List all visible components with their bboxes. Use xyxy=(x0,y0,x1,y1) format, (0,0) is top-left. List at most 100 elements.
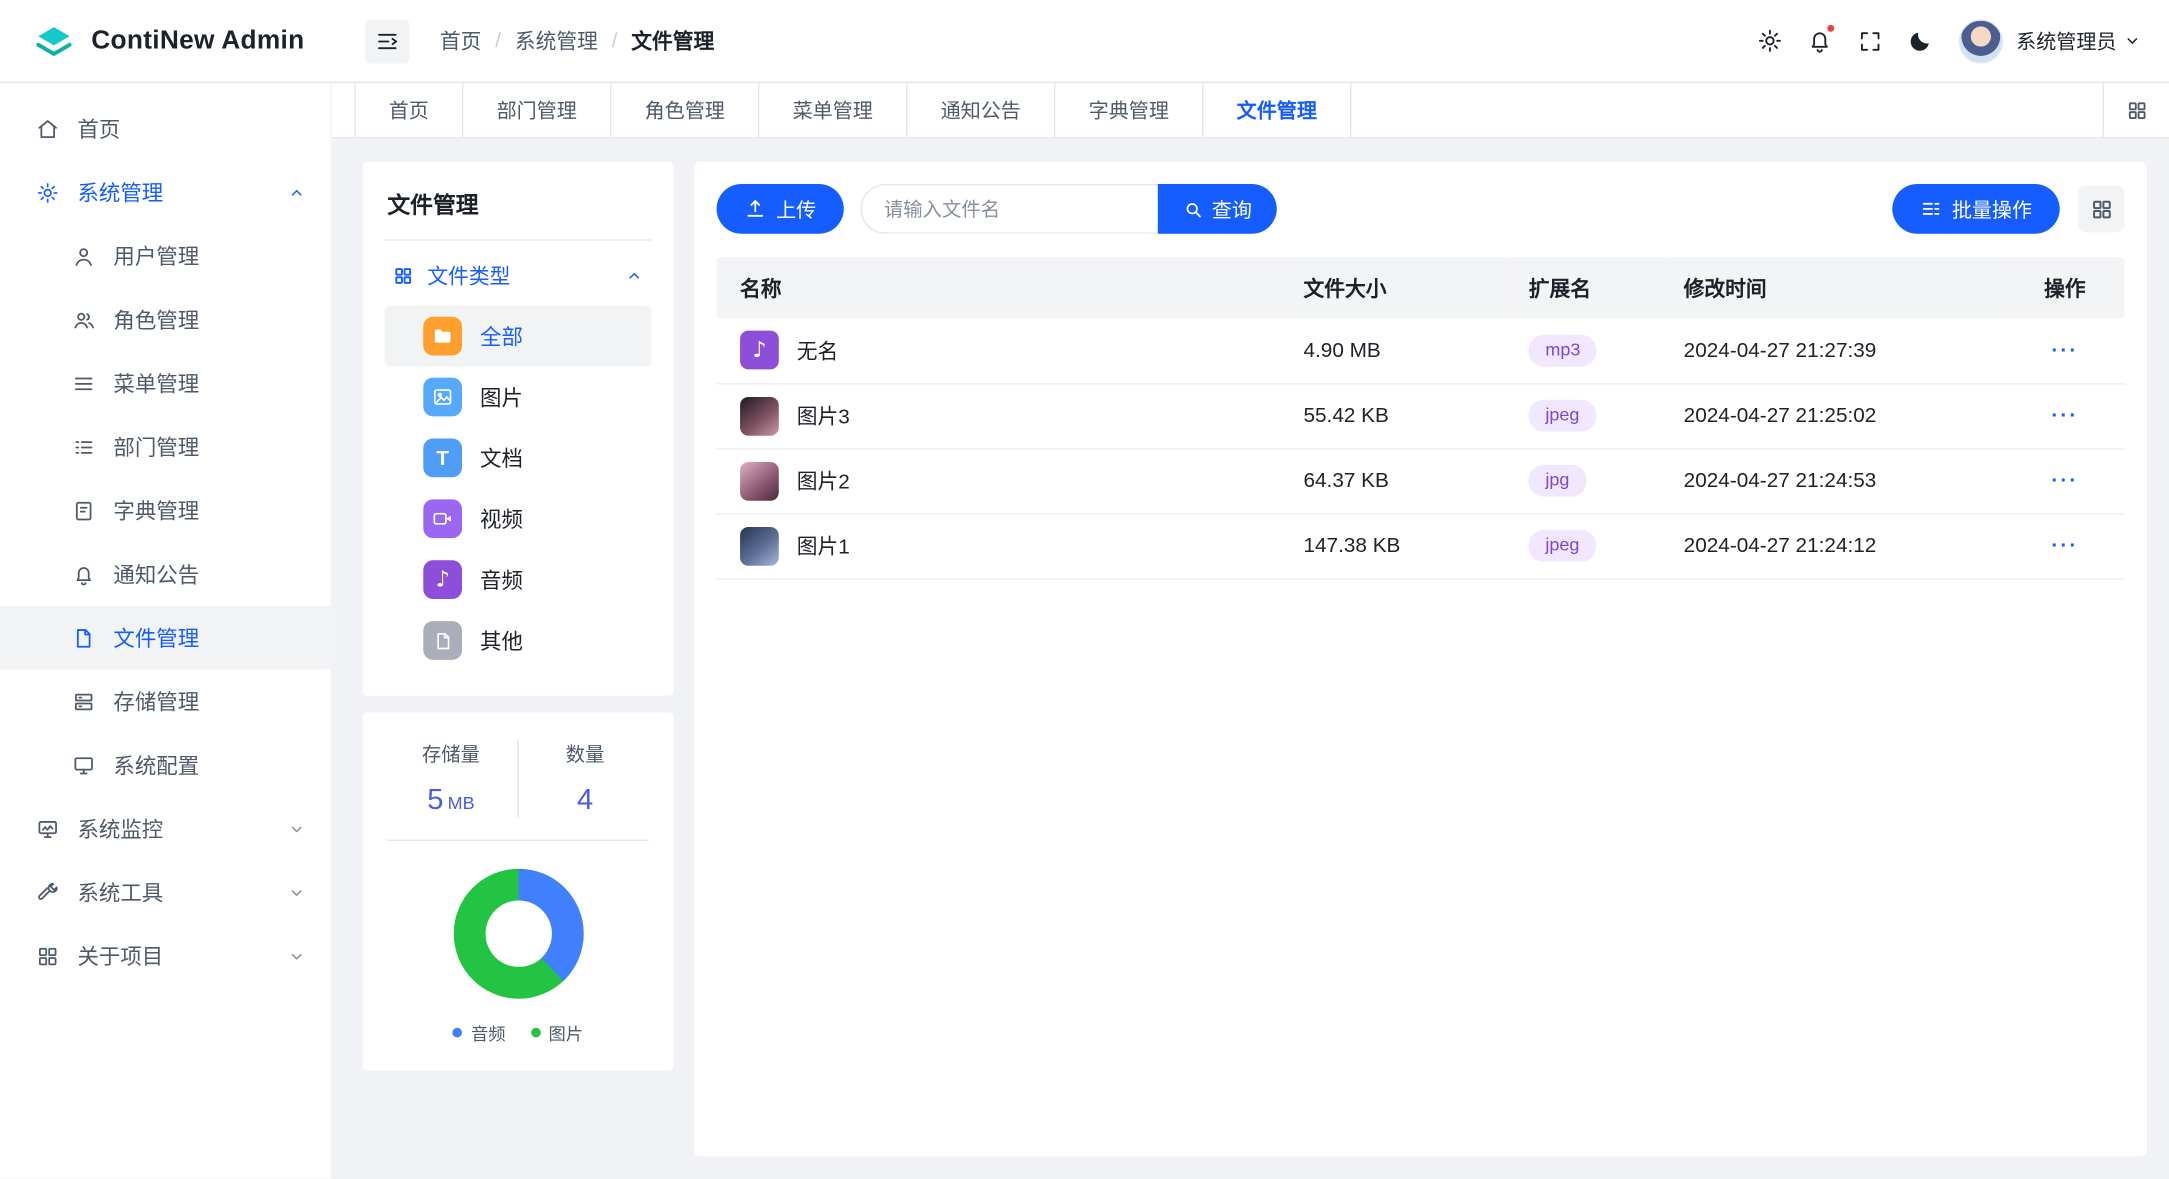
legend-dot-image xyxy=(530,1028,540,1038)
search-input[interactable] xyxy=(860,184,1157,234)
notifications-button[interactable] xyxy=(1795,16,1845,66)
tab-dict[interactable]: 字典管理 xyxy=(1055,83,1203,137)
upload-button[interactable]: 上传 xyxy=(717,184,844,234)
sidebar-item-label: 系统工具 xyxy=(77,877,163,907)
sidebar-item-system-tools[interactable]: 系统工具 xyxy=(0,860,331,924)
column-header-ext: 扩展名 xyxy=(1512,257,1667,318)
home-icon xyxy=(36,117,61,141)
sidebar-item-notice[interactable]: 通知公告 xyxy=(0,542,331,606)
table-row[interactable]: 图片2 64.37 KB jpg 2024-04-27 21:24:53 ··· xyxy=(717,448,2125,513)
storage-stat: 存储量 5MB xyxy=(385,740,518,817)
search-group: 查询 xyxy=(860,184,1276,234)
sidebar-item-label: 系统管理 xyxy=(77,177,163,207)
tab-home[interactable]: 首页 xyxy=(354,83,463,137)
storage-icon xyxy=(72,690,97,714)
header-main: 首页 / 系统管理 / 文件管理 xyxy=(332,16,2169,66)
file-icon xyxy=(423,621,462,660)
column-header-time: 修改时间 xyxy=(1667,257,2005,318)
tab-role[interactable]: 角色管理 xyxy=(611,83,759,137)
extension-badge: jpg xyxy=(1529,465,1586,497)
sidebar-item-storage-management[interactable]: 存储管理 xyxy=(0,670,331,734)
sidebar-item-label: 系统监控 xyxy=(77,813,163,843)
table-row[interactable]: 图片3 55.42 KB jpeg 2024-04-27 21:25:02 ··… xyxy=(717,383,2125,448)
notification-dot xyxy=(1825,23,1835,33)
sidebar-item-label: 角色管理 xyxy=(113,304,199,334)
breadcrumb-home[interactable]: 首页 xyxy=(440,26,482,55)
batch-actions-button[interactable]: 批量操作 xyxy=(1892,184,2059,234)
sidebar-item-label: 文件管理 xyxy=(113,622,199,652)
sidebar-item-file-management[interactable]: 文件管理 xyxy=(0,606,331,670)
table-toolbar: 上传 查询 批量操作 xyxy=(717,184,2125,234)
audio-file-icon: ♪ xyxy=(740,331,779,370)
app-logo-area[interactable]: ContiNew Admin xyxy=(0,17,332,64)
breadcrumb-current: 文件管理 xyxy=(631,26,714,55)
row-actions-button[interactable]: ··· xyxy=(2051,404,2078,428)
file-size: 64.37 KB xyxy=(1287,448,1512,513)
image-thumbnail xyxy=(740,396,779,435)
monitor-icon xyxy=(72,753,97,777)
grid-view-icon xyxy=(2089,197,2113,221)
file-name: 图片3 xyxy=(797,401,850,430)
sidebar-item-system-config[interactable]: 系统配置 xyxy=(0,733,331,797)
sidebar-item-role-management[interactable]: 角色管理 xyxy=(0,288,331,352)
sidebar-item-menu-management[interactable]: 菜单管理 xyxy=(0,351,331,415)
extension-badge: jpeg xyxy=(1529,530,1596,562)
tab-actions-button[interactable] xyxy=(2103,83,2169,137)
table-row[interactable]: 图片1 147.38 KB jpeg 2024-04-27 21:24:12 ·… xyxy=(717,513,2125,578)
file-type-video[interactable]: 视频 xyxy=(385,488,652,549)
file-type-section-label: 文件类型 xyxy=(427,261,510,290)
legend-item-audio: 音频 xyxy=(453,1019,506,1045)
row-actions-button[interactable]: ··· xyxy=(2051,534,2078,558)
file-type-label: 全部 xyxy=(480,321,523,351)
settings-button[interactable] xyxy=(1745,16,1795,66)
tab-file-management[interactable]: 文件管理 xyxy=(1203,83,1351,137)
legend-label: 音频 xyxy=(471,1019,506,1045)
sidebar-item-system-management[interactable]: 系统管理 xyxy=(0,160,331,224)
query-button[interactable]: 查询 xyxy=(1158,184,1277,234)
sidebar-item-department-management[interactable]: 部门管理 xyxy=(0,415,331,479)
app-title: ContiNew Admin xyxy=(91,26,304,56)
extension-badge: mp3 xyxy=(1529,334,1597,366)
sidebar-item-user-management[interactable]: 用户管理 xyxy=(0,224,331,288)
sidebar-item-label: 用户管理 xyxy=(113,241,199,271)
tab-notice[interactable]: 通知公告 xyxy=(907,83,1055,137)
file-type-audio[interactable]: ♪ 音频 xyxy=(385,549,652,610)
file-type-document[interactable]: T 文档 xyxy=(385,427,652,488)
column-header-name: 名称 xyxy=(717,257,1287,318)
tabbar-spacer xyxy=(1351,83,2102,137)
file-type-label: 文档 xyxy=(480,443,523,473)
sidebar-item-label: 部门管理 xyxy=(113,432,199,462)
row-actions-button[interactable]: ··· xyxy=(2051,469,2078,493)
sidebar-collapse-button[interactable] xyxy=(365,19,409,63)
file-type-all[interactable]: 全部 xyxy=(385,306,652,367)
chevron-up-icon xyxy=(625,267,643,285)
row-actions-button[interactable]: ··· xyxy=(2051,339,2078,363)
sidebar-item-dict-management[interactable]: 字典管理 xyxy=(0,479,331,543)
file-type-image[interactable]: 图片 xyxy=(385,367,652,428)
sidebar-item-system-monitor[interactable]: 系统监控 xyxy=(0,797,331,861)
sidebar-item-about-project[interactable]: 关于项目 xyxy=(0,924,331,988)
file-table-card: 上传 查询 批量操作 xyxy=(694,162,2146,1157)
sidebar-item-label: 首页 xyxy=(77,113,120,143)
legend-label: 图片 xyxy=(548,1019,583,1045)
file-type-section-toggle[interactable]: 文件类型 xyxy=(385,241,652,306)
dark-mode-button[interactable] xyxy=(1894,16,1944,66)
fullscreen-button[interactable] xyxy=(1845,16,1895,66)
tab-department[interactable]: 部门管理 xyxy=(463,83,611,137)
grid-icon xyxy=(2125,99,2147,121)
app-logo-icon xyxy=(30,17,77,64)
avatar[interactable] xyxy=(1958,19,2002,63)
breadcrumb-system[interactable]: 系统管理 xyxy=(515,26,598,55)
file-size: 55.42 KB xyxy=(1287,383,1512,448)
file-type-card: 文件管理 文件类型 全部 xyxy=(362,162,673,696)
image-thumbnail xyxy=(740,461,779,500)
sidebar-item-home[interactable]: 首页 xyxy=(0,97,331,161)
count-label: 数量 xyxy=(519,740,652,768)
tab-menu[interactable]: 菜单管理 xyxy=(759,83,907,137)
file-size: 147.38 KB xyxy=(1287,513,1512,578)
view-toggle-button[interactable] xyxy=(2078,185,2125,232)
table-row[interactable]: ♪ 无名 4.90 MB mp3 2024-04-27 21:27:39 ··· xyxy=(717,318,2125,383)
file-type-other[interactable]: 其他 xyxy=(385,610,652,671)
storage-donut xyxy=(453,869,583,999)
user-menu[interactable]: 系统管理员 xyxy=(2016,26,2141,55)
